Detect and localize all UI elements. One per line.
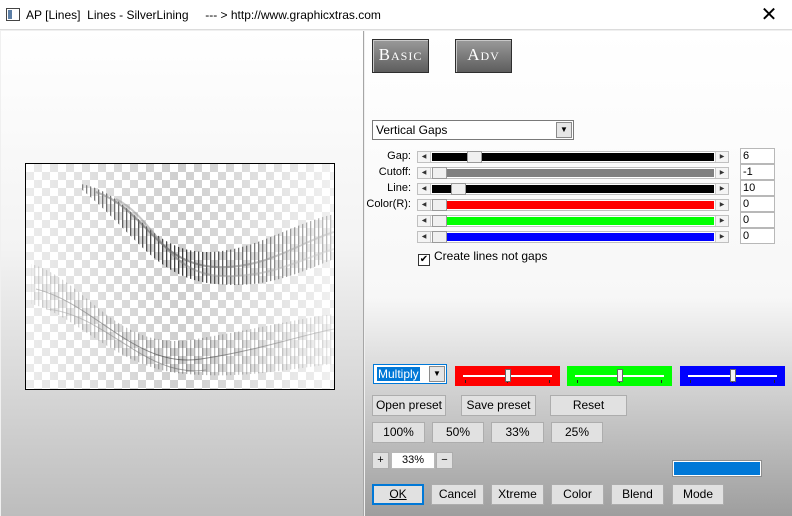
app-icon <box>6 8 20 21</box>
arrow-left-icon[interactable]: ◀ <box>418 184 431 194</box>
color-panel-2[interactable] <box>680 366 785 386</box>
color-panel-knob[interactable] <box>505 369 511 382</box>
arrow-right-icon[interactable]: ▶ <box>715 184 728 194</box>
cancel-button[interactable]: Cancel <box>431 484 484 505</box>
color-panel-tick <box>690 380 691 383</box>
checkbox-label: Create lines not gaps <box>434 249 548 263</box>
mode-button[interactable]: Mode <box>672 484 724 505</box>
color-panel-tick <box>577 380 578 383</box>
slider-thumb[interactable] <box>451 183 466 195</box>
zoom-in-button[interactable]: + <box>372 452 389 469</box>
basic-tab-button[interactable]: Basic <box>372 39 429 73</box>
zoom-100-button[interactable]: 100% <box>372 422 425 443</box>
checkbox-checked-icon[interactable]: ✔ <box>418 254 430 266</box>
effect-type-select[interactable]: Vertical Gaps ▼ <box>372 120 574 140</box>
color-panel-1[interactable] <box>567 366 672 386</box>
blend-mode-select[interactable]: Multiply ▼ <box>373 364 447 384</box>
slider-5[interactable]: ◀ ▶ <box>417 231 729 243</box>
arrow-left-icon[interactable]: ◀ <box>418 168 431 178</box>
slider-label: Color(R): <box>366 198 411 210</box>
color-panel-tick <box>465 380 466 383</box>
arrow-right-icon[interactable]: ▶ <box>715 232 728 242</box>
slider-track[interactable] <box>432 233 714 241</box>
blend-button[interactable]: Blend <box>611 484 664 505</box>
mode-button-label: Mode <box>682 487 714 501</box>
preview-image <box>26 164 334 389</box>
arrow-right-icon[interactable]: ▶ <box>715 200 728 210</box>
arrow-right-icon[interactable]: ▶ <box>715 216 728 226</box>
slider-label: Line: <box>387 182 411 194</box>
arrow-right-icon[interactable]: ▶ <box>715 168 728 178</box>
reset-button[interactable]: Reset <box>550 395 627 416</box>
slider-track[interactable] <box>432 217 714 225</box>
zoom-out-button[interactable]: − <box>436 452 453 469</box>
slider-2[interactable]: ◀ ▶ <box>417 183 729 195</box>
color-panel-tick <box>549 380 550 383</box>
color-panel-knob[interactable] <box>730 369 736 382</box>
zoom-value-field[interactable]: 33% <box>391 452 435 469</box>
preview-canvas[interactable] <box>25 163 335 390</box>
slider-value-field[interactable]: 0 <box>740 228 775 244</box>
slider-1[interactable]: ◀ ▶ <box>417 167 729 179</box>
cancel-button-label: Cancel <box>438 487 477 501</box>
slider-thumb[interactable] <box>432 231 447 243</box>
close-icon[interactable]: ✕ <box>746 0 792 30</box>
chevron-down-icon[interactable]: ▼ <box>556 122 572 138</box>
create-lines-checkbox-row[interactable]: ✔ Create lines not gaps <box>418 249 547 266</box>
slider-4[interactable]: ◀ ▶ <box>417 215 729 227</box>
slider-thumb[interactable] <box>432 167 447 179</box>
color-button[interactable]: Color <box>551 484 604 505</box>
arrow-left-icon[interactable]: ◀ <box>418 232 431 242</box>
color-panel-tick <box>661 380 662 383</box>
slider-track[interactable] <box>432 185 714 193</box>
slider-value-field[interactable]: -1 <box>740 164 775 180</box>
slider-thumb[interactable] <box>432 199 447 211</box>
slider-value-field[interactable]: 0 <box>740 196 775 212</box>
blend-mode-value: Multiply <box>377 367 420 381</box>
slider-thumb[interactable] <box>432 215 447 227</box>
arrow-left-icon[interactable]: ◀ <box>418 200 431 210</box>
title-bar: AP [Lines] Lines - SilverLining --- > ht… <box>0 0 792 30</box>
color-swatch[interactable] <box>672 460 762 477</box>
color-panel-tick <box>774 380 775 383</box>
color-panel-0[interactable] <box>455 366 560 386</box>
save-preset-button[interactable]: Save preset <box>461 395 536 416</box>
arrow-left-icon[interactable]: ◀ <box>418 216 431 226</box>
ok-button[interactable]: OK <box>372 484 424 505</box>
slider-track[interactable] <box>432 169 714 177</box>
slider-value-field[interactable]: 6 <box>740 148 775 164</box>
effect-type-value: Vertical Gaps <box>376 123 448 137</box>
slider-0[interactable]: ◀ ▶ <box>417 151 729 163</box>
zoom-50-button[interactable]: 50% <box>432 422 484 443</box>
slider-label: Gap: <box>387 150 411 162</box>
zoom-33-button[interactable]: 33% <box>491 422 544 443</box>
color-panel-knob[interactable] <box>617 369 623 382</box>
chevron-down-icon[interactable]: ▼ <box>429 366 445 382</box>
controls-panel: Basic Adv Vertical Gaps ▼ Gap: ◀ ▶ 6 Cutoff:… <box>365 31 792 516</box>
slider-value-field[interactable]: 10 <box>740 180 775 196</box>
xtreme-button[interactable]: Xtreme <box>491 484 544 505</box>
zoom-25-button[interactable]: 25% <box>551 422 603 443</box>
slider-value-field[interactable]: 0 <box>740 212 775 228</box>
adv-tab-button[interactable]: Adv <box>455 39 512 73</box>
blend-button-label: Blend <box>622 487 653 501</box>
color-button-label: Color <box>563 487 592 501</box>
window-title: AP [Lines] Lines - SilverLining --- > ht… <box>26 8 381 22</box>
slider-label: Cutoff: <box>378 166 411 178</box>
slider-thumb[interactable] <box>467 151 482 163</box>
open-preset-button[interactable]: Open preset <box>372 395 446 416</box>
ok-button-label: OK <box>389 487 407 501</box>
arrow-left-icon[interactable]: ◀ <box>418 152 431 162</box>
arrow-right-icon[interactable]: ▶ <box>715 152 728 162</box>
preview-panel <box>1 31 364 516</box>
slider-track[interactable] <box>432 201 714 209</box>
xtreme-button-label: Xtreme <box>498 487 537 501</box>
slider-3[interactable]: ◀ ▶ <box>417 199 729 211</box>
